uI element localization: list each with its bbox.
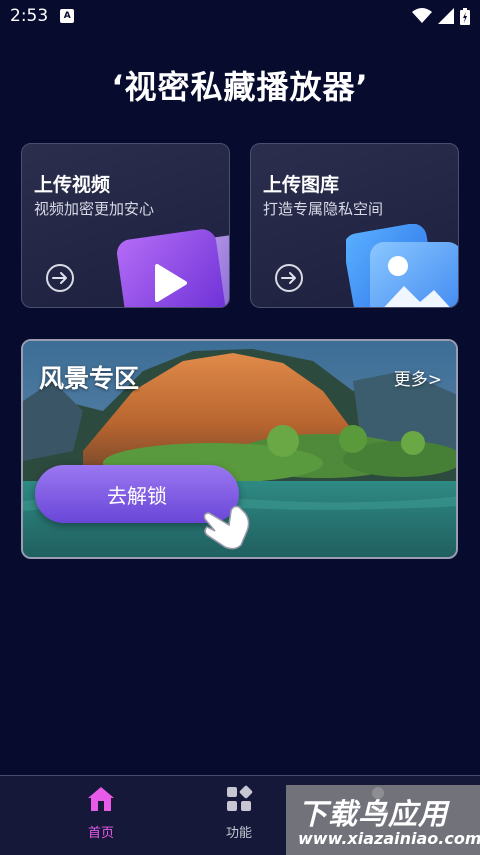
- status-bar: 2:53 A: [0, 0, 480, 32]
- home-icon: [88, 787, 114, 811]
- wifi-icon: [412, 8, 432, 23]
- upload-gallery-card[interactable]: 上传图库 打造专属隐私空间: [250, 143, 459, 308]
- grid-icon: [227, 785, 253, 811]
- nav-label-function: 功能: [225, 826, 252, 841]
- scenery-banner[interactable]: 风景专区 更多> 去解锁: [21, 339, 458, 559]
- upload-video-card[interactable]: 上传视频 视频加密更加安心: [21, 143, 230, 308]
- nav-item-home[interactable]: 首页: [61, 784, 141, 841]
- banner-title: 风景专区: [39, 364, 140, 393]
- gallery-image-icon: [346, 224, 458, 307]
- watermark-logo: 下载鸟应用 www.xiazainiao.com: [286, 785, 480, 855]
- nav-label-home: 首页: [87, 826, 114, 841]
- watermark-main: 下载鸟应用: [298, 797, 449, 831]
- upload-gallery-subtitle: 打造专属隐私空间: [263, 200, 384, 218]
- watermark-url: www.xiazainiao.com: [298, 829, 480, 848]
- app-title: ‘视密私藏播放器’: [111, 68, 369, 106]
- upload-gallery-title: 上传图库: [263, 174, 340, 196]
- more-link[interactable]: 更多>: [394, 365, 442, 390]
- pointer-hand-icon: [203, 505, 250, 550]
- status-time: 2:53: [10, 6, 49, 26]
- battery-icon: [460, 7, 470, 25]
- video-play-icon: [117, 229, 229, 307]
- signal-icon: [438, 8, 454, 24]
- nav-item-function[interactable]: 功能: [199, 784, 279, 841]
- upload-video-subtitle: 视频加密更加安心: [34, 200, 155, 218]
- arrow-right-icon[interactable]: [46, 264, 74, 292]
- upload-video-title: 上传视频: [34, 174, 111, 196]
- arrow-right-icon[interactable]: [275, 264, 303, 292]
- sim-icon: A: [60, 9, 75, 23]
